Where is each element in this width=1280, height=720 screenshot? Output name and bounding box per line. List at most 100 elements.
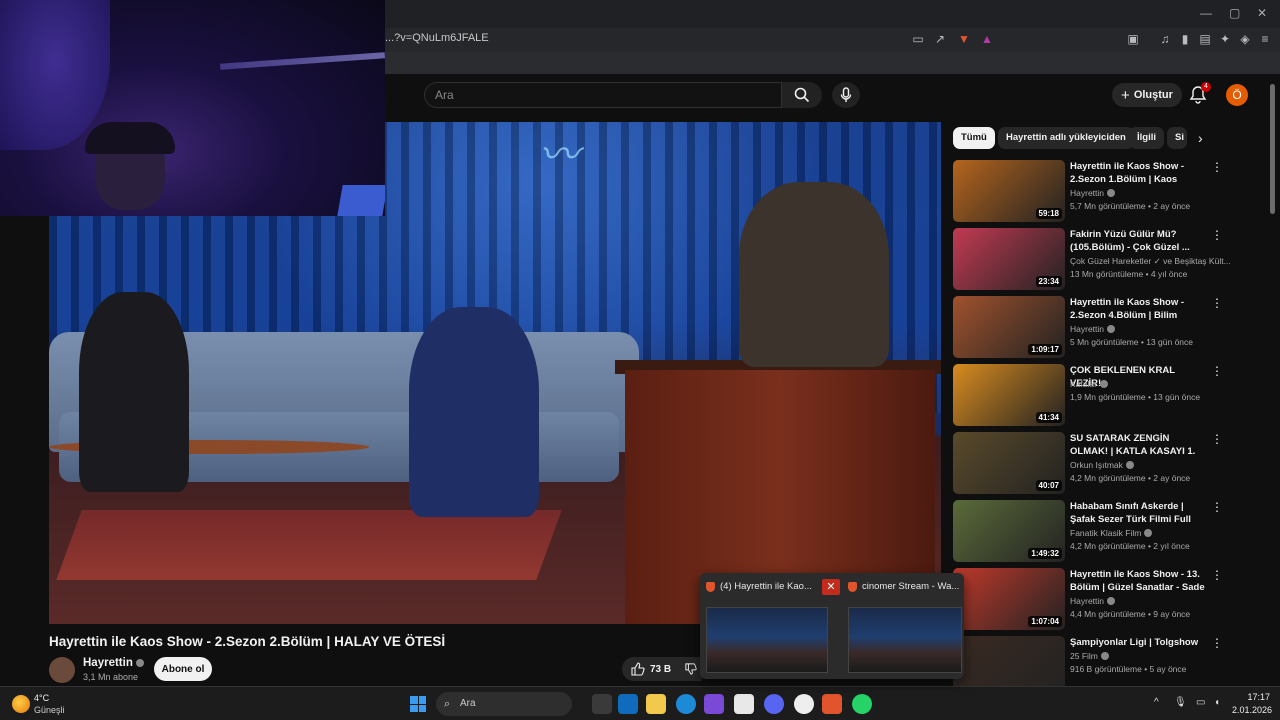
weather-temperature[interactable]: 4°C (34, 693, 49, 703)
recommended-video-title[interactable]: Hayrettin ile Kaos Show - 13. Bölüm | Gü… (1070, 568, 1208, 594)
more-options-icon[interactable]: ⋮ (1211, 296, 1223, 310)
recommended-video[interactable]: 40:07 SU SATARAK ZENGİN OLMAK! | KATLA KA… (953, 432, 1268, 494)
voice-search-button[interactable] (832, 82, 860, 108)
subscribe-button[interactable]: Abone ol (154, 657, 212, 681)
screenshot-icon[interactable]: ▣ (1126, 32, 1140, 46)
chevron-right-icon[interactable]: › (1198, 130, 1203, 146)
more-options-icon[interactable]: ⋮ (1211, 228, 1223, 242)
search-input[interactable]: Ara (424, 82, 782, 108)
chip-all[interactable]: Tümü (953, 127, 995, 149)
sidebar-icon[interactable]: ▮ (1178, 32, 1192, 46)
webcam-light-strip (219, 52, 385, 70)
clock-date[interactable]: 2.01.2026 (1232, 705, 1272, 715)
maximize-icon[interactable]: ▢ (1229, 6, 1240, 20)
wallet-icon[interactable]: ▤ (1198, 32, 1212, 46)
recommended-channel[interactable]: Hayrettin (1070, 596, 1230, 606)
brave-browser-icon[interactable] (822, 694, 842, 714)
more-options-icon[interactable]: ⋮ (1211, 636, 1223, 650)
preview-window-1[interactable]: (4) Hayrettin ile Kao... ✕ (700, 573, 840, 679)
url-text[interactable]: ...?v=QNuLm6JFALE (385, 32, 489, 44)
recommended-video[interactable]: 23:34 Fakirin Yüzü Gülür Mü? (105.Bölüm) … (953, 228, 1268, 290)
network-icon[interactable]: ▭ (1196, 697, 1205, 708)
close-window-icon[interactable]: ✕ (1257, 6, 1267, 20)
weather-label[interactable]: Güneşli (34, 705, 65, 715)
recommended-video[interactable]: 41:34 ÇOK BEKLENEN KRAL VEZİR! Kafalar 1,9 … (953, 364, 1268, 426)
recommended-meta: 5,7 Mn görüntüleme • 2 ay önce (1070, 201, 1191, 211)
preview-title: (4) Hayrettin ile Kao... (720, 581, 812, 592)
m365-icon[interactable] (704, 694, 724, 714)
video-thumbnail[interactable]: 41:34 (953, 364, 1065, 426)
recommended-video[interactable]: 59:18 Hayrettin ile Kaos Show - 2.Sezon 1… (953, 160, 1268, 222)
discord-icon[interactable] (764, 694, 784, 714)
edge-icon[interactable] (676, 694, 696, 714)
video-thumbnail[interactable]: 23:34 (953, 228, 1065, 290)
more-options-icon[interactable]: ⋮ (1211, 432, 1223, 446)
recommended-video-title[interactable]: Hababam Sınıfı Askerde | Şafak Sezer Tür… (1070, 500, 1208, 526)
brave-rewards-icon[interactable]: ▲ (980, 32, 994, 46)
video-thumbnail[interactable]: 1:09:17 (953, 296, 1065, 358)
menu-icon[interactable]: ≡ (1258, 32, 1272, 46)
start-button[interactable] (410, 696, 426, 712)
outlook-icon[interactable] (618, 694, 638, 714)
video-duration: 23:34 (1035, 276, 1062, 287)
mic-tray-icon[interactable]: 🎙 (1174, 697, 1187, 708)
recommended-video[interactable]: 1:09:17 Hayrettin ile Kaos Show - 2.Sezon… (953, 296, 1268, 358)
file-explorer-icon[interactable] (646, 694, 666, 714)
search-icon (794, 87, 810, 103)
volume-icon[interactable]: ◖ (1214, 697, 1220, 708)
chip-from-uploader[interactable]: Hayrettin adlı yükleyiciden (998, 127, 1134, 149)
search-button[interactable] (782, 82, 822, 108)
preview-window-2[interactable]: cinomer Stream - Wa... (842, 573, 974, 679)
recommended-channel[interactable]: Çok Güzel Hareketler ✓ ve Beşiktaş Kült.… (1070, 256, 1230, 267)
more-options-icon[interactable]: ⋮ (1211, 160, 1223, 174)
obs-icon[interactable] (794, 694, 814, 714)
recommended-video-title[interactable]: SU SATARAK ZENGİN OLMAK! | KATLA KASAYI … (1070, 432, 1208, 458)
store-icon[interactable] (734, 694, 754, 714)
channel-avatar[interactable] (49, 657, 75, 683)
whatsapp-icon[interactable] (852, 694, 872, 714)
recommended-video[interactable]: 1:07:04 Hayrettin ile Kaos Show - 13. Böl… (953, 568, 1268, 630)
dislike-button[interactable] (680, 657, 702, 681)
more-options-icon[interactable]: ⋮ (1211, 364, 1223, 378)
task-view-icon[interactable] (592, 694, 612, 714)
share-icon[interactable]: ↗ (933, 32, 947, 46)
recommended-channel[interactable]: Orkun Işıtmak (1070, 460, 1230, 470)
scrollbar-thumb[interactable] (1270, 84, 1275, 214)
vpn-icon[interactable]: ◈ (1238, 32, 1252, 46)
recommended-channel[interactable]: 25 Film (1070, 651, 1230, 661)
recommended-channel[interactable]: Hayrettin (1070, 324, 1230, 334)
account-avatar[interactable]: Ö (1226, 84, 1248, 106)
brave-icon (848, 582, 857, 592)
recommended-channel[interactable]: Kafalar (1070, 379, 1230, 389)
chip-related[interactable]: İlgili (1129, 127, 1164, 149)
windows-taskbar: 4°C Güneşli ⌕ Ara ^ 🎙 ▭ ◖ 17:17 2.01.202… (0, 686, 1280, 720)
recommended-video-title[interactable]: Fakirin Yüzü Gülür Mü? (105.Bölüm) - Çok… (1070, 228, 1208, 254)
install-icon[interactable]: ▭ (911, 32, 925, 46)
recommended-channel[interactable]: Hayrettin (1070, 188, 1230, 198)
tray-chevron-icon[interactable]: ^ (1154, 697, 1159, 708)
recommended-video-title[interactable]: Şampiyonlar Ligi | Tolgshow (1070, 636, 1208, 649)
recommended-channel[interactable]: Fanatik Klasik Film (1070, 528, 1230, 538)
create-button[interactable]: + Oluştur (1112, 83, 1182, 107)
weather-sun-icon[interactable] (12, 695, 30, 713)
recommended-video[interactable]: 1:49:32 Hababam Sınıfı Askerde | Şafak Se… (953, 500, 1268, 562)
channel-name[interactable]: Hayrettin (83, 657, 144, 669)
recommended-meta: 4,4 Mn görüntüleme • 9 ay önce (1070, 609, 1191, 619)
like-button[interactable]: 73 B (622, 657, 680, 681)
recommended-video-title[interactable]: Hayrettin ile Kaos Show - 2.Sezon 1.Bölü… (1070, 160, 1208, 186)
clock-time[interactable]: 17:17 (1236, 692, 1270, 702)
minimize-icon[interactable]: — (1200, 6, 1212, 20)
more-options-icon[interactable]: ⋮ (1211, 500, 1223, 514)
video-thumbnail[interactable]: 1:49:32 (953, 500, 1065, 562)
media-icon[interactable]: ♫ (1158, 32, 1172, 46)
leo-icon[interactable]: ✦ (1218, 32, 1232, 46)
chip-partial[interactable]: Si (1167, 127, 1187, 149)
more-options-icon[interactable]: ⋮ (1211, 568, 1223, 582)
video-duration: 1:49:32 (1028, 548, 1062, 559)
recommended-video-title[interactable]: Hayrettin ile Kaos Show - 2.Sezon 4.Bölü… (1070, 296, 1208, 322)
close-preview-button[interactable]: ✕ (822, 579, 840, 595)
taskbar-search[interactable]: ⌕ Ara (436, 692, 572, 716)
video-thumbnail[interactable]: 40:07 (953, 432, 1065, 494)
video-thumbnail[interactable]: 59:18 (953, 160, 1065, 222)
brave-shield-icon[interactable]: ▼ (957, 32, 971, 46)
